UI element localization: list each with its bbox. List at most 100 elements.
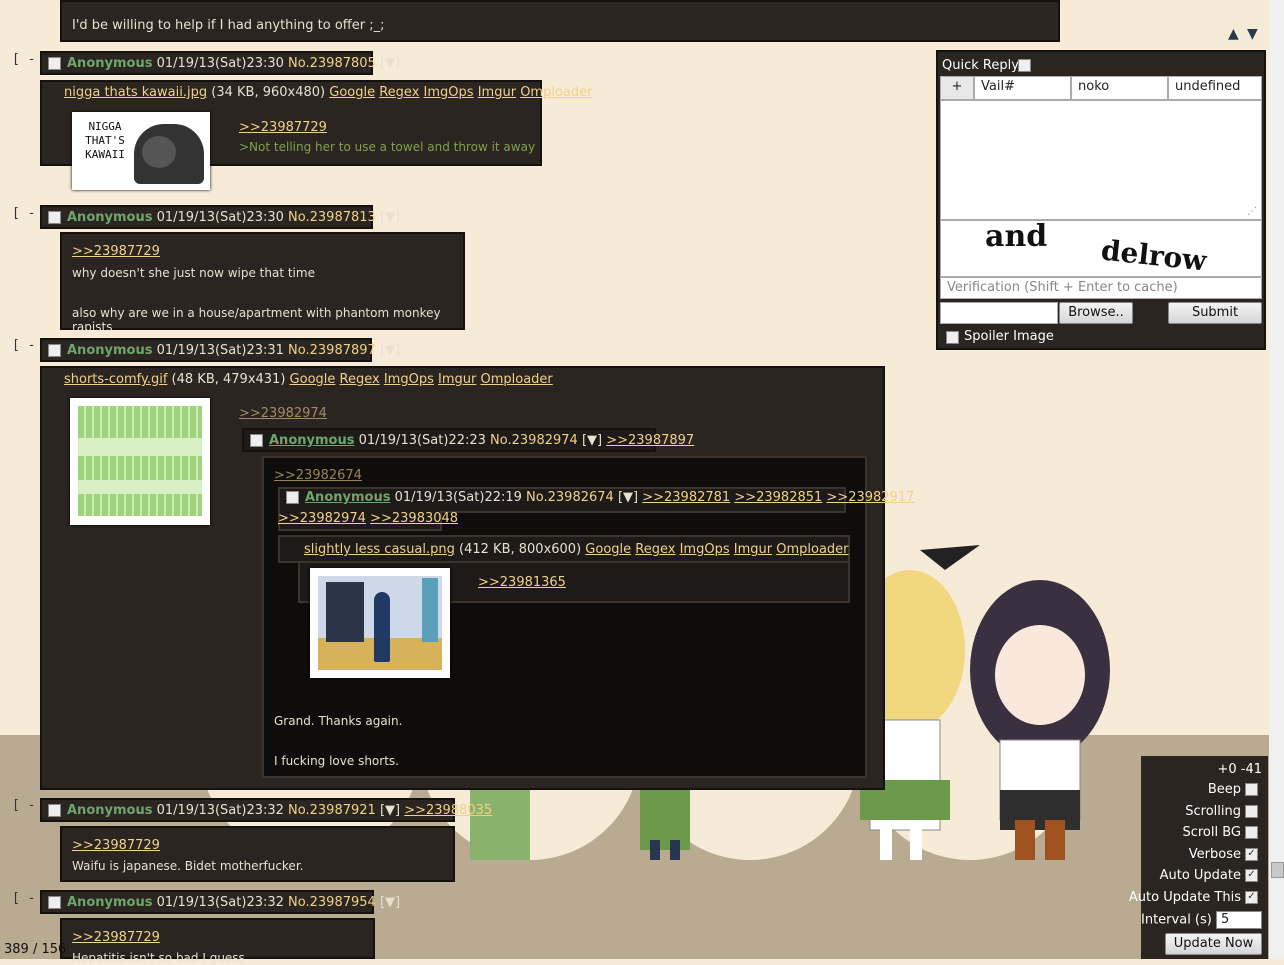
subject-field[interactable]: undefined xyxy=(1168,76,1262,100)
browse-button[interactable]: Browse.. xyxy=(1059,302,1133,324)
quote-link[interactable]: >>23987729 xyxy=(239,120,327,135)
greentext-quote: >Not telling her to use a towel and thro… xyxy=(239,140,536,154)
google-search-link[interactable]: Google xyxy=(329,85,375,100)
imgur-link[interactable]: Imgur xyxy=(438,372,476,387)
imgops-link[interactable]: ImgOps xyxy=(424,85,474,100)
regex-link[interactable]: Regex xyxy=(379,85,419,100)
spoiler-image-checkbox[interactable] xyxy=(946,331,959,344)
file-name-link[interactable]: nigga thats kawaii.jpg xyxy=(64,85,207,100)
backlink[interactable]: >>23983048 xyxy=(370,511,458,526)
post-menu-button[interactable]: [▼] xyxy=(380,210,400,225)
scroll-down-arrow-icon[interactable]: ▼ xyxy=(1247,26,1258,42)
post-date: 01/19/13(Sat)23:31 xyxy=(156,343,284,358)
beep-checkbox[interactable] xyxy=(1245,783,1258,796)
post-menu-button[interactable]: [▼] xyxy=(380,803,400,818)
post-thumbnail-image[interactable] xyxy=(70,398,210,525)
file-info: (34 KB, 960x480) xyxy=(211,85,326,100)
thumbnail-caption: NIGGA THAT'S KAWAII xyxy=(85,120,125,161)
post-number-link[interactable]: No.23987805 xyxy=(288,56,376,71)
poster-name[interactable]: Anonymous xyxy=(305,490,390,505)
regex-link[interactable]: Regex xyxy=(635,542,675,557)
quick-reply-title[interactable]: Quick Reply xyxy=(942,58,1019,73)
post-number-link[interactable]: No.23987921 xyxy=(288,803,376,818)
imgur-link[interactable]: Imgur xyxy=(478,85,516,100)
thumbnail-game-path xyxy=(78,480,202,494)
omploader-link[interactable]: Omploader xyxy=(480,372,552,387)
post-menu-button[interactable]: [▼] xyxy=(380,343,400,358)
scroll-up-arrow-icon[interactable]: ▲ xyxy=(1228,26,1239,42)
backlink[interactable]: >>23982917 xyxy=(826,490,914,505)
backlink[interactable]: >>23982974 xyxy=(278,511,366,526)
name-field[interactable]: Vail# xyxy=(974,76,1071,100)
post-date: 01/19/13(Sat)22:19 xyxy=(394,490,522,505)
google-search-link[interactable]: Google xyxy=(585,542,631,557)
post-select-checkbox[interactable] xyxy=(250,434,263,447)
poster-name[interactable]: Anonymous xyxy=(269,433,354,448)
backlink[interactable]: >>23982851 xyxy=(734,490,822,505)
verbose-checkbox[interactable]: ✓ xyxy=(1245,848,1258,861)
post-thumbnail-image[interactable] xyxy=(310,568,450,678)
backlink[interactable]: >>23988035 xyxy=(404,803,492,818)
post-select-checkbox[interactable] xyxy=(286,491,299,504)
quick-reply-panel: Quick Reply + Vail# noko undefined ⋰ and… xyxy=(936,50,1266,350)
post-number-link[interactable]: No.23987954 xyxy=(288,895,376,910)
submit-button[interactable]: Submit xyxy=(1168,302,1262,324)
comment-textarea[interactable]: ⋰ xyxy=(940,100,1262,220)
post-menu-button[interactable]: [▼] xyxy=(380,56,400,71)
post-select-checkbox[interactable] xyxy=(48,211,61,224)
post-menu-button[interactable]: [▼] xyxy=(618,490,638,505)
interval-input[interactable]: 5 xyxy=(1216,911,1262,929)
post-count-delta: +0 -41 xyxy=(1217,762,1262,777)
quote-link[interactable]: >>23981365 xyxy=(478,575,566,590)
post-select-checkbox[interactable] xyxy=(48,57,61,70)
backlink[interactable]: >>23987897 xyxy=(606,433,694,448)
omploader-link[interactable]: Omploader xyxy=(776,542,848,557)
email-field[interactable]: noko xyxy=(1071,76,1168,100)
quick-reply-pin-checkbox[interactable] xyxy=(1018,59,1031,72)
thumbnail-face xyxy=(142,136,176,168)
backlink[interactable]: >>23982781 xyxy=(642,490,730,505)
post-date: 01/19/13(Sat)22:23 xyxy=(358,433,486,448)
quote-link[interactable]: >>23987729 xyxy=(72,244,160,259)
scrollbar-thumb[interactable] xyxy=(1271,862,1284,878)
post-number-link[interactable]: No.23982674 xyxy=(526,490,614,505)
post-number-link[interactable]: No.23987897 xyxy=(288,343,376,358)
post-menu-button[interactable]: [▼] xyxy=(582,433,602,448)
update-now-button[interactable]: Update Now xyxy=(1165,933,1262,955)
imgops-link[interactable]: ImgOps xyxy=(680,542,730,557)
post-date: 01/19/13(Sat)23:30 xyxy=(156,56,284,71)
page-scrollbar[interactable] xyxy=(1269,0,1284,959)
imgops-link[interactable]: ImgOps xyxy=(384,372,434,387)
regex-link[interactable]: Regex xyxy=(340,372,380,387)
quote-link[interactable]: >>23982674 xyxy=(274,468,362,483)
post-select-checkbox[interactable] xyxy=(48,896,61,909)
add-file-button[interactable]: + xyxy=(940,76,974,100)
auto-update-this-checkbox[interactable]: ✓ xyxy=(1245,891,1258,904)
post-menu-button[interactable]: [▼] xyxy=(380,895,400,910)
post-number-link[interactable]: No.23982974 xyxy=(490,433,578,448)
quote-link[interactable]: >>23987729 xyxy=(72,930,160,945)
captcha-verification-input[interactable]: Verification (Shift + Enter to cache) xyxy=(940,277,1262,299)
google-search-link[interactable]: Google xyxy=(290,372,336,387)
quote-link[interactable]: >>23982974 xyxy=(239,406,327,421)
resize-handle-icon[interactable]: ⋰ xyxy=(1247,206,1257,217)
file-path-input[interactable] xyxy=(940,302,1058,324)
spoiler-image-label: Spoiler Image xyxy=(964,329,1054,344)
imgur-link[interactable]: Imgur xyxy=(734,542,772,557)
scroll-bg-checkbox[interactable] xyxy=(1245,826,1258,839)
poster-name: Anonymous xyxy=(67,56,153,71)
post-select-checkbox[interactable] xyxy=(48,804,61,817)
post-body: >>23987729 Hepatitis isn't so bad I gues… xyxy=(60,918,375,965)
post-number-link[interactable]: No.23987813 xyxy=(288,210,376,225)
post-select-checkbox[interactable] xyxy=(48,344,61,357)
file-name-link[interactable]: slightly less casual.png xyxy=(304,542,455,557)
scrolling-label: Scrolling xyxy=(1185,804,1241,819)
captcha-image[interactable]: and delrow xyxy=(940,219,1262,277)
quote-link[interactable]: >>23987729 xyxy=(72,838,160,853)
auto-update-checkbox[interactable]: ✓ xyxy=(1245,869,1258,882)
file-name-link[interactable]: shorts-comfy.gif xyxy=(64,372,167,387)
scrolling-checkbox[interactable] xyxy=(1245,805,1258,818)
poster-name: Anonymous xyxy=(67,343,153,358)
post-thumbnail-image[interactable]: NIGGA THAT'S KAWAII xyxy=(72,112,210,190)
omploader-link[interactable]: Omploader xyxy=(520,85,592,100)
